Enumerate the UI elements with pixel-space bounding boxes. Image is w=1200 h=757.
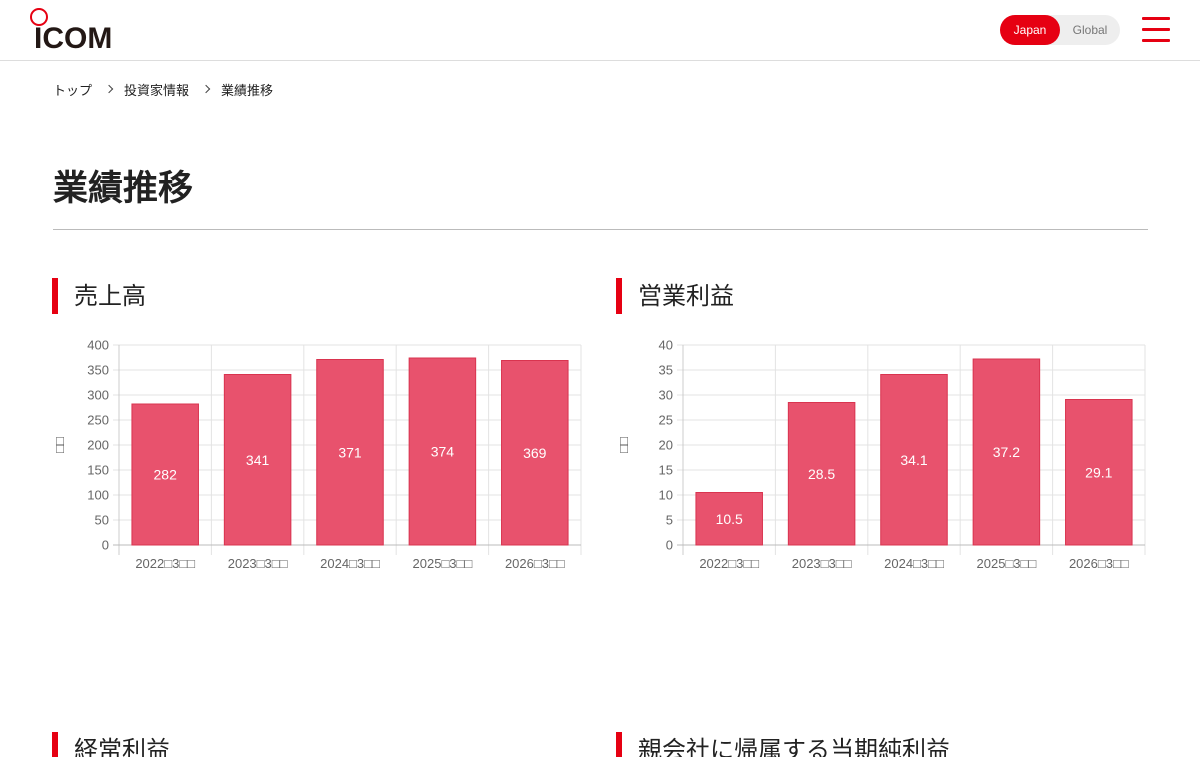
x-tick-label: 2026□3□□ — [1069, 556, 1129, 571]
chevron-right-icon — [201, 84, 211, 94]
bar-value-label: 282 — [154, 467, 178, 483]
section-accent-bar — [616, 732, 622, 757]
y-tick-label: 250 — [87, 413, 109, 428]
bar-value-label: 371 — [338, 444, 362, 460]
y-tick-label: 25 — [659, 413, 673, 428]
x-tick-label: 2026□3□□ — [505, 556, 565, 571]
y-tick-label: 35 — [659, 363, 673, 378]
bar-value-label: 28.5 — [808, 466, 835, 482]
bar-value-label: 34.1 — [900, 452, 927, 468]
y-tick-label: 0 — [666, 538, 673, 553]
bar-value-label: 369 — [523, 445, 547, 461]
y-axis-label: □□ — [616, 437, 631, 453]
x-tick-label: 2025□3□□ — [977, 556, 1037, 571]
sales-chart: 0 50 100 150 200 250 300 350 400 □□ 282 2022□3□□ 341… — [50, 330, 590, 584]
op-profit-chart: 0 5 10 15 20 25 30 35 40 □□ 10.5 2022□3□□ 28.5 2023□3… — [614, 330, 1154, 584]
section-accent-bar — [52, 732, 58, 757]
chevron-right-icon — [104, 84, 114, 94]
breadcrumb-item-current: 業績推移 — [221, 83, 274, 99]
bar-value-label: 374 — [431, 444, 455, 460]
y-tick-label: 200 — [87, 438, 109, 453]
bar-value-label: 10.5 — [716, 511, 743, 527]
section-accent-bar — [616, 278, 622, 314]
icom-logo[interactable]: ICOM — [30, 7, 122, 55]
y-tick-label: 0 — [102, 538, 109, 553]
y-tick-label: 400 — [87, 338, 109, 353]
breadcrumb-item-top[interactable]: トップ — [53, 80, 92, 99]
x-tick-label: 2023□3□□ — [228, 556, 288, 571]
section-accent-bar — [52, 278, 58, 314]
x-tick-label: 2022□3□□ — [135, 556, 195, 571]
breadcrumb-item-ir[interactable]: 投資家情報 — [124, 80, 189, 99]
section-title-sales: 売上高 — [74, 282, 146, 310]
lang-global-button[interactable]: Global — [1060, 15, 1120, 45]
y-tick-label: 150 — [87, 463, 109, 478]
page-title: 業績推移 — [53, 169, 194, 209]
y-tick-label: 100 — [87, 488, 109, 503]
op-profit-chart-svg: 0 5 10 15 20 25 30 35 40 □□ 10.5 2022□3□□ 28.5 2023□3… — [616, 338, 1146, 571]
y-tick-label: 15 — [659, 463, 673, 478]
sales-chart-svg: 0 50 100 150 200 250 300 350 400 □□ 282 2022□3□□ 341… — [52, 338, 582, 571]
hamburger-menu-icon[interactable] — [1142, 16, 1170, 44]
site-header: ICOM Japan Global — [0, 0, 1200, 61]
logo-text: ICOM — [34, 22, 113, 55]
bar-value-label: 37.2 — [993, 444, 1020, 460]
bar-value-label: 29.1 — [1085, 464, 1112, 480]
y-tick-label: 40 — [659, 338, 673, 353]
section-title-op-profit: 営業利益 — [638, 282, 734, 310]
bar-value-label: 341 — [246, 452, 270, 468]
x-tick-label: 2025□3□□ — [413, 556, 473, 571]
y-tick-label: 5 — [666, 513, 673, 528]
y-tick-label: 10 — [659, 488, 673, 503]
y-tick-label: 300 — [87, 388, 109, 403]
language-toggle: Japan Global — [1000, 15, 1120, 45]
y-tick-label: 20 — [659, 438, 673, 453]
title-divider — [53, 229, 1148, 230]
section-title-net-profit: 親会社に帰属する当期純利益 — [638, 736, 950, 757]
y-tick-label: 350 — [87, 363, 109, 378]
x-tick-label: 2024□3□□ — [884, 556, 944, 571]
x-tick-label: 2024□3□□ — [320, 556, 380, 571]
section-title-ordinary-profit: 経常利益 — [74, 736, 170, 757]
y-tick-label: 50 — [95, 513, 109, 528]
breadcrumb: トップ 投資家情報 業績推移 — [53, 79, 273, 99]
y-tick-label: 30 — [659, 388, 673, 403]
x-tick-label: 2023□3□□ — [792, 556, 852, 571]
lang-japan-button[interactable]: Japan — [1000, 15, 1060, 45]
x-tick-label: 2022□3□□ — [699, 556, 759, 571]
y-axis-label: □□ — [52, 437, 67, 453]
